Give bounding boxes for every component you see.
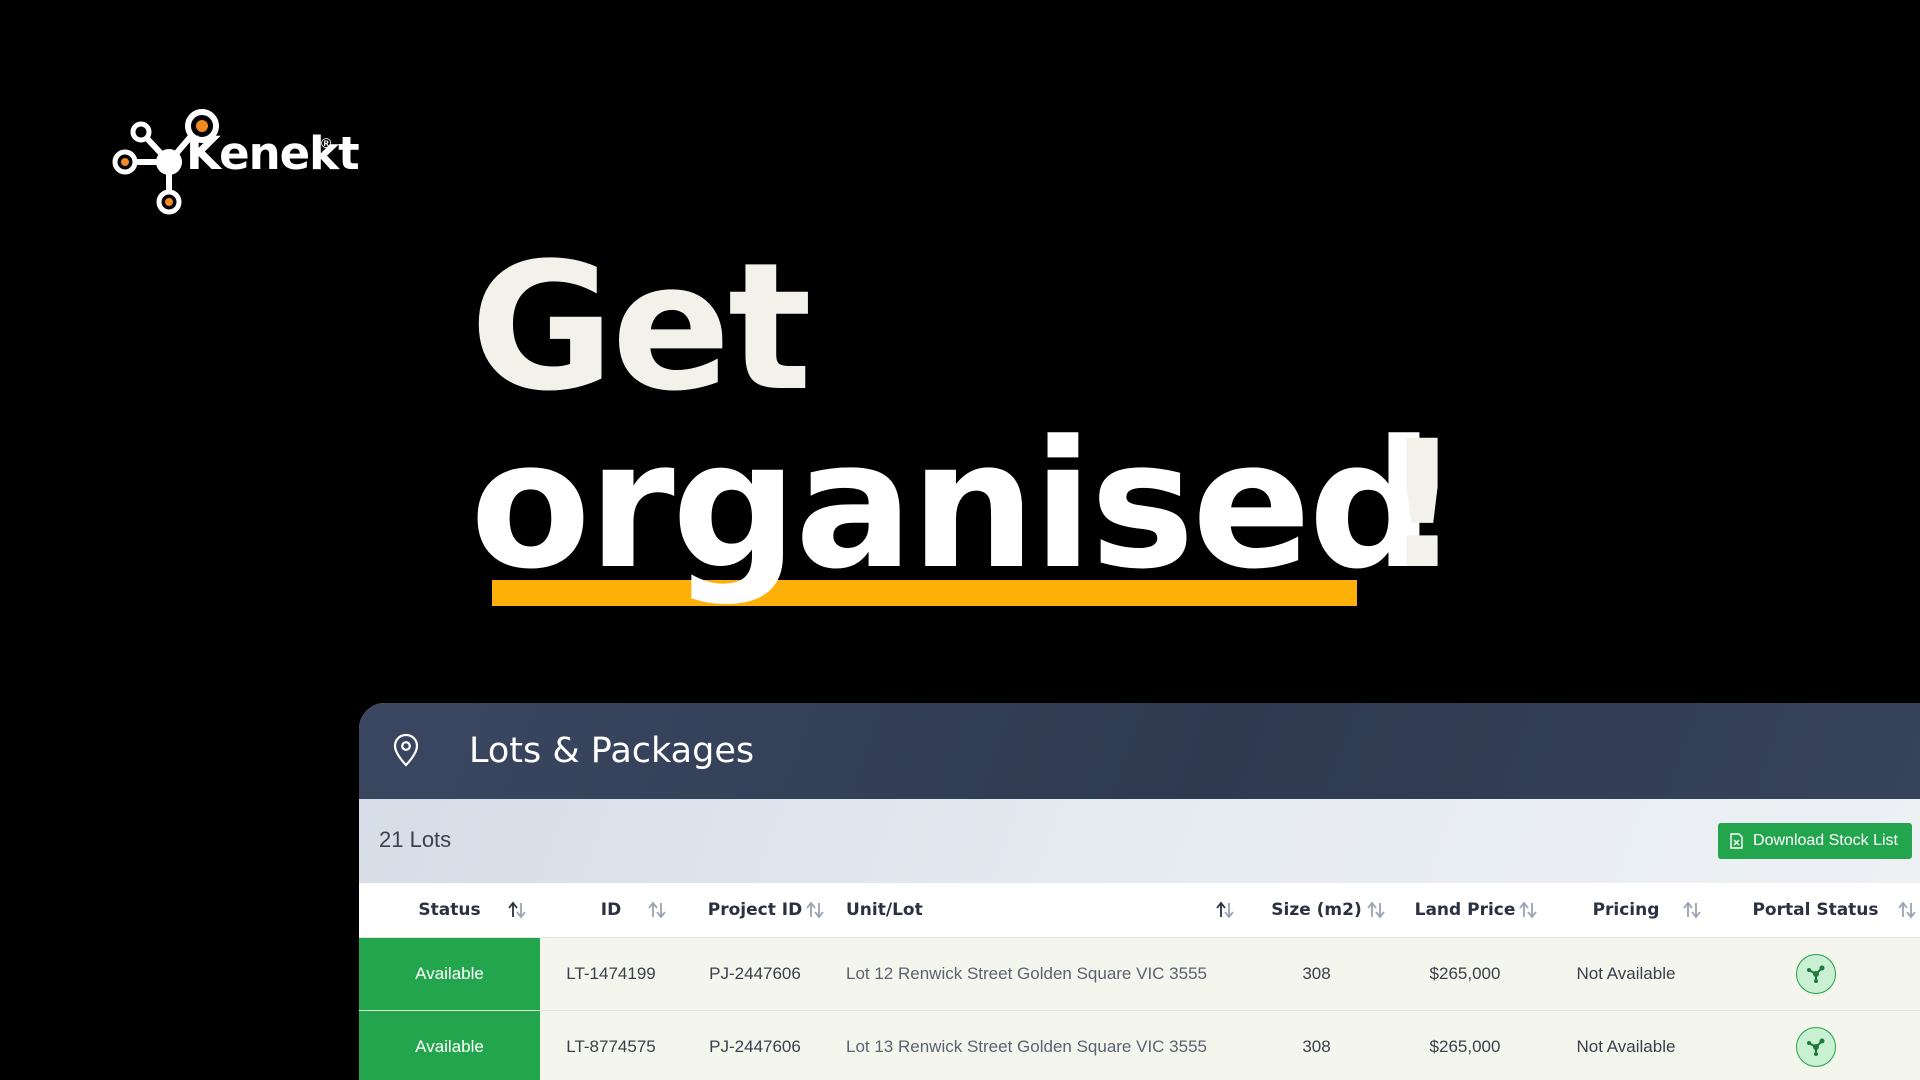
lots-count: 21 Lots <box>379 827 452 852</box>
land-price: $265,000 <box>1429 1036 1501 1056</box>
column-header-status[interactable]: Status <box>359 883 540 937</box>
table-header-row: Status ID Project ID Unit/Lot Size (m2) <box>359 883 1920 937</box>
network-icon <box>1806 965 1824 983</box>
sort-icon[interactable] <box>804 901 826 919</box>
brand-name: Kenekt <box>186 127 360 180</box>
portal-status-button[interactable] <box>1795 953 1836 994</box>
column-header-id[interactable]: ID <box>540 883 682 937</box>
panel-toolbar: 21 Lots Download Stock List <box>359 799 1920 883</box>
status-badge: Available <box>359 1010 540 1080</box>
lot-id: LT-1474199 <box>566 963 656 983</box>
location-pin-icon <box>393 733 419 767</box>
column-header-size[interactable]: Size (m2) <box>1244 883 1389 937</box>
sort-icon[interactable] <box>1681 901 1703 919</box>
unit-lot: Lot 12 Renwick Street Golden Square VIC … <box>846 963 1207 983</box>
column-header-pricing[interactable]: Pricing <box>1541 883 1711 937</box>
lots-panel: Lots & Packages 21 Lots Download Stock L… <box>359 703 1920 1080</box>
sort-icon[interactable] <box>1365 901 1387 919</box>
status-badge: Available <box>359 937 540 1010</box>
table-row[interactable]: Available LT-8774575 PJ-2447606 Lot 13 R… <box>359 1010 1920 1080</box>
hero-line-2: organised <box>470 403 1434 608</box>
network-icon <box>1806 1038 1824 1056</box>
unit-lot: Lot 13 Renwick Street Golden Square VIC … <box>846 1036 1207 1056</box>
size: 308 <box>1302 963 1331 983</box>
project-id: PJ-2447606 <box>709 1036 801 1056</box>
spreadsheet-icon <box>1730 833 1743 849</box>
column-header-project-id[interactable]: Project ID <box>682 883 828 937</box>
sort-icon[interactable] <box>1214 901 1236 919</box>
panel-header: Lots & Packages <box>359 703 1920 799</box>
hero-line-1: Get <box>470 225 812 430</box>
registered-mark: ® <box>321 135 332 151</box>
table-row[interactable]: Available LT-1474199 PJ-2447606 Lot 12 R… <box>359 937 1920 1010</box>
column-header-land-price[interactable]: Land Price <box>1389 883 1541 937</box>
panel-title: Lots & Packages <box>469 731 755 771</box>
lots-table: Status ID Project ID Unit/Lot Size (m2) <box>359 883 1920 1080</box>
hero-exclamation: ! <box>1382 403 1463 608</box>
sort-icon[interactable] <box>506 901 528 919</box>
sort-icon[interactable] <box>646 901 668 919</box>
lot-id: LT-8774575 <box>566 1036 656 1056</box>
portal-status-button[interactable] <box>1795 1026 1836 1067</box>
portal-status <box>1711 1010 1920 1080</box>
portal-status <box>1711 937 1920 1010</box>
size: 308 <box>1302 1036 1331 1056</box>
project-id: PJ-2447606 <box>709 963 801 983</box>
download-stock-list-label: Download Stock List <box>1753 832 1898 849</box>
sort-icon[interactable] <box>1896 901 1918 919</box>
brand-logo[interactable]: Kenekt ® <box>110 105 360 225</box>
sort-icon[interactable] <box>1517 901 1539 919</box>
column-header-portal-status[interactable]: Portal Status <box>1711 883 1920 937</box>
download-stock-list-button[interactable]: Download Stock List <box>1718 823 1912 859</box>
pricing: Not Available <box>1576 1036 1676 1056</box>
pricing: Not Available <box>1576 963 1676 983</box>
land-price: $265,000 <box>1429 963 1501 983</box>
column-header-unit-lot[interactable]: Unit/Lot <box>828 883 1244 937</box>
